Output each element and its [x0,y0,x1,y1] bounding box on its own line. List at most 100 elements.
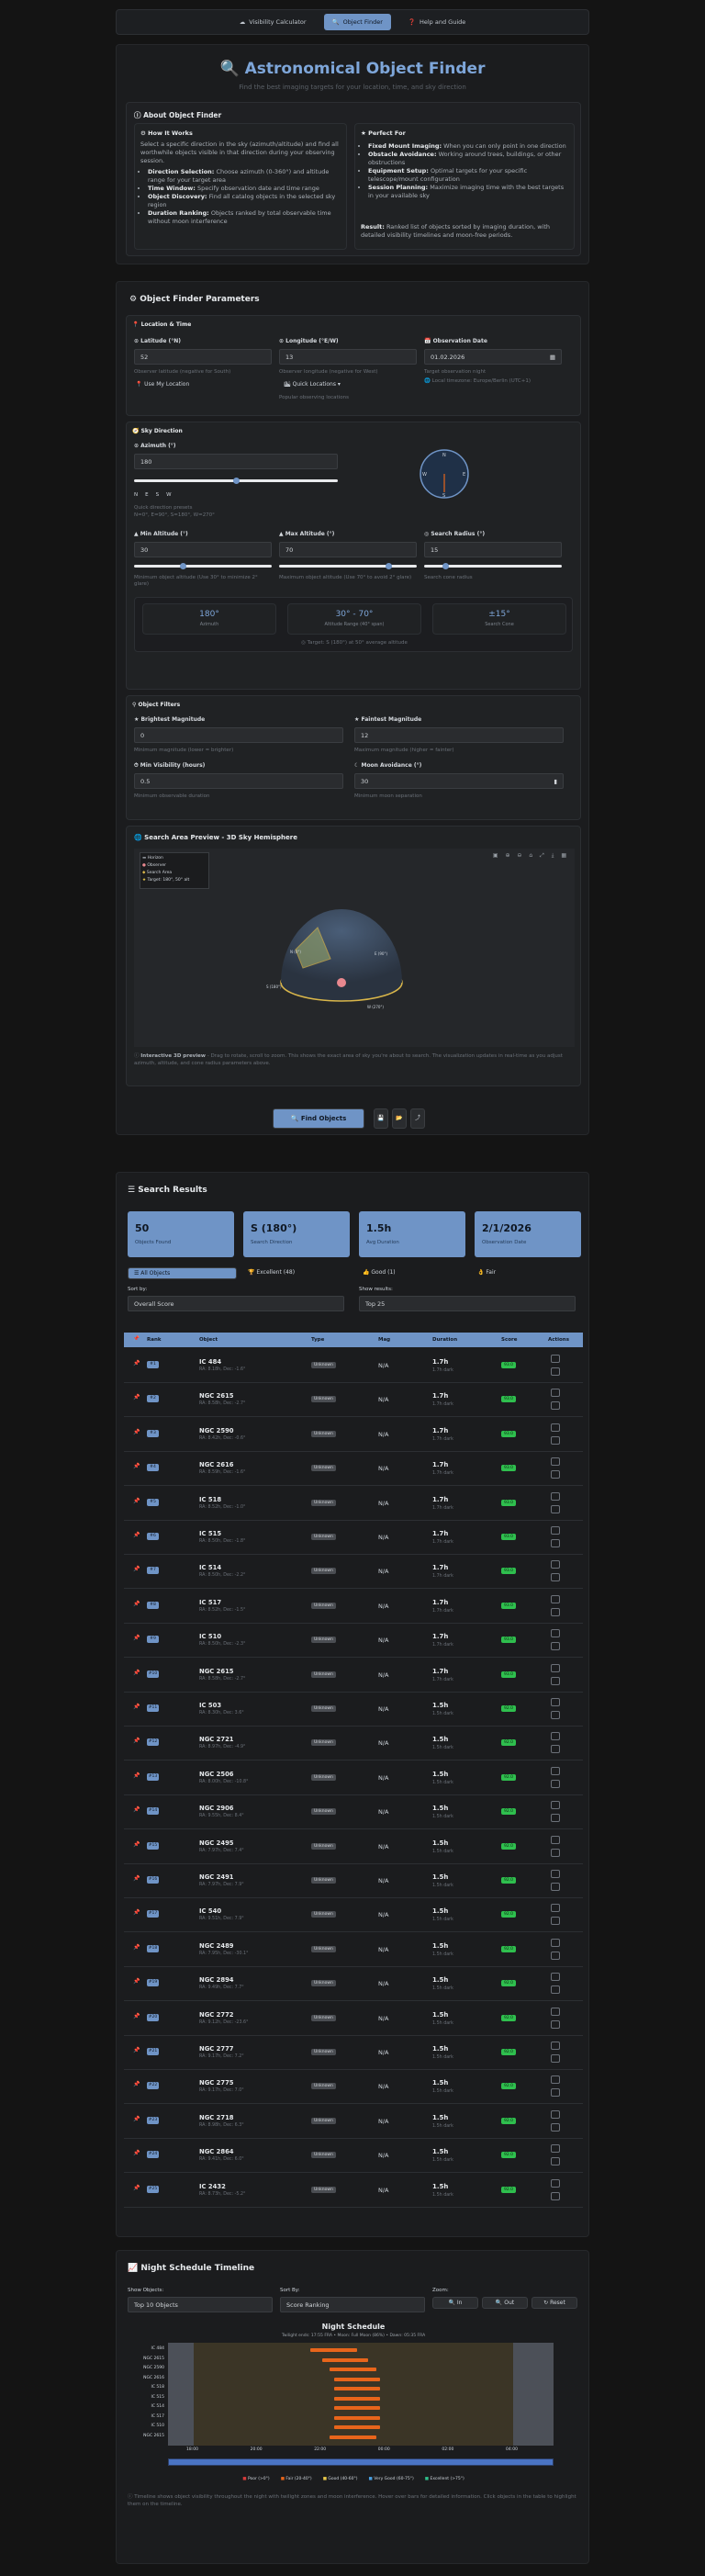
pin-icon[interactable]: 📌 [133,1429,140,1435]
min-visibility-input[interactable]: 0.5 [134,773,343,789]
add-icon[interactable] [551,1985,560,1995]
zoom-out-button[interactable]: 🔍 Out [482,2297,528,2309]
show-results-select[interactable]: Top 25 [359,1296,576,1311]
view-icon[interactable] [551,2007,560,2016]
view-icon[interactable] [551,1698,560,1706]
add-icon[interactable] [551,1711,560,1719]
timeline-bar[interactable] [333,2396,380,2401]
add-icon[interactable] [551,2122,560,2132]
pin-icon[interactable]: 📌 [133,1806,140,1813]
table-row[interactable]: 📌 #13 NGC 2506 RA: 8.00h, Dec: -10.8° Un… [124,1761,583,1795]
add-icon[interactable] [551,1504,560,1513]
azimuth-slider[interactable] [134,478,338,484]
pin-icon[interactable]: 📌 [133,1394,140,1400]
tab-excellent[interactable]: 🏆 Excellent (48) [242,1267,352,1279]
zoom-in-button[interactable]: 🔍 In [432,2297,478,2309]
timeline-bar[interactable] [330,2368,376,2371]
table-row[interactable]: 📌 #25 IC 2432 RA: 8.73h, Dec: -5.2° Unkn… [124,2174,583,2208]
view-icon[interactable] [551,2075,560,2085]
use-location-button[interactable]: 📍 Use My Location [134,380,191,391]
table-row[interactable]: 📌 #21 NGC 2777 RA: 9.17h, Dec: 7.2° Unkn… [124,2036,583,2070]
nav-visibility-calculator[interactable]: ☁ Visibility Calculator [231,14,315,30]
sort-select[interactable]: Overall Score [128,1296,344,1311]
view-icon[interactable] [551,1904,560,1913]
pin-icon[interactable]: 📌 [133,1875,140,1882]
pin-icon[interactable]: 📌 [133,1978,140,1985]
pin-icon[interactable]: 📌 [133,1463,140,1469]
preset-s[interactable]: S [156,492,160,498]
longitude-input[interactable]: 13 [279,349,417,365]
view-icon[interactable] [551,1663,560,1672]
view-icon[interactable] [551,1835,560,1844]
view-icon[interactable] [551,1629,560,1638]
pin-icon[interactable]: 📌 [133,2185,140,2191]
max-altitude-slider[interactable] [279,563,417,569]
view-icon[interactable] [551,1766,560,1775]
table-row[interactable]: 📌 #24 NGC 2864 RA: 9.41h, Dec: 6.0° Unkn… [124,2139,583,2174]
view-icon[interactable] [551,2042,560,2050]
pin-icon[interactable]: 📌 [133,1909,140,1916]
timeline-sort-select[interactable]: Score Ranking [280,2297,425,2312]
add-icon[interactable] [551,1435,560,1445]
add-icon[interactable] [551,1951,560,1960]
pin-icon[interactable]: 📌 [133,1944,140,1951]
add-icon[interactable] [551,1573,560,1582]
pin-icon[interactable]: 📌 [133,2047,140,2053]
view-icon[interactable] [551,1732,560,1741]
folder-icon[interactable]: 📂 [392,1108,407,1129]
search-radius-input[interactable]: 15 [424,542,562,557]
add-icon[interactable] [551,1745,560,1754]
add-icon[interactable] [551,1642,560,1651]
table-row[interactable]: 📌 #2 NGC 2615 RA: 8.58h, Dec: -2.7° Unkn… [124,1383,583,1418]
zoom-reset-button[interactable]: ↻ Reset [532,2297,577,2309]
table-row[interactable]: 📌 #20 NGC 2772 RA: 9.12h, Dec: -23.6° Un… [124,2002,583,2036]
add-icon[interactable] [551,1607,560,1616]
add-icon[interactable] [551,1848,560,1857]
pin-icon[interactable]: 📌 [133,1738,140,1744]
pin-icon[interactable]: 📌 [133,2013,140,2019]
view-icon[interactable] [551,1938,560,1947]
tab-good[interactable]: 👍 Good (1) [357,1267,466,1279]
view-icon[interactable] [551,1801,560,1810]
table-row[interactable]: 📌 #3 NGC 2590 RA: 8.42h, Dec: -0.6° Unkn… [124,1418,583,1452]
view-icon[interactable] [551,1973,560,1982]
search-radius-slider[interactable] [424,563,562,569]
table-row[interactable]: 📌 #23 NGC 2718 RA: 8.98h, Dec: 6.3° Unkn… [124,2105,583,2139]
table-row[interactable]: 📌 #9 IC 510 RA: 8.50h, Dec: -2.3° Unknow… [124,1624,583,1659]
add-icon[interactable] [551,1676,560,1685]
pin-icon[interactable]: 📌 [133,1601,140,1607]
add-icon[interactable] [551,1539,560,1547]
view-icon[interactable] [551,1389,560,1398]
share-icon[interactable]: ⤴ [410,1108,425,1129]
max-altitude-input[interactable]: 70 [279,542,417,557]
view-icon[interactable] [551,1355,560,1363]
table-row[interactable]: 📌 #17 IC 540 RA: 9.51h, Dec: 7.9° Unknow… [124,1898,583,1933]
moon-avoidance-input[interactable]: 30 ▮ [354,773,564,789]
table-row[interactable]: 📌 #12 NGC 2721 RA: 8.97h, Dec: -4.9° Unk… [124,1727,583,1761]
add-icon[interactable] [551,1917,560,1926]
pin-icon[interactable]: 📌 [133,1360,140,1367]
add-icon[interactable] [551,1779,560,1788]
table-row[interactable]: 📌 #19 NGC 2894 RA: 9.49h, Dec: 7.7° Unkn… [124,1967,583,2002]
tab-fair[interactable]: 👌 Fair [472,1267,581,1279]
timeline-bar[interactable] [322,2357,369,2362]
add-icon[interactable] [551,2157,560,2166]
timeline-bar[interactable] [333,2377,380,2381]
latitude-input[interactable]: 52 [134,349,272,365]
pin-icon[interactable]: 📌 [133,1841,140,1848]
add-icon[interactable] [551,1883,560,1891]
view-icon[interactable] [551,2178,560,2188]
brightest-magnitude-input[interactable]: 0 [134,727,343,743]
sky-hemisphere-3d[interactable]: ▣ ⊕ ⊖ ⌂ ⤢ ⤓ ▦ ▬ Horizon ● Observer ◆ Sea… [134,849,575,1047]
add-icon[interactable] [551,1367,560,1376]
view-icon[interactable] [551,1870,560,1878]
table-row[interactable]: 📌 #22 NGC 2775 RA: 9.17h, Dec: 7.0° Unkn… [124,2070,583,2105]
view-icon[interactable] [551,1594,560,1603]
view-icon[interactable] [551,1526,560,1535]
timeline-bar[interactable] [333,2415,380,2420]
add-icon[interactable] [551,2088,560,2098]
view-icon[interactable] [551,2144,560,2154]
add-icon[interactable] [551,1814,560,1823]
pin-icon[interactable]: 📌 [133,1772,140,1779]
find-objects-button[interactable]: 🔍 Find Objects [273,1108,364,1129]
